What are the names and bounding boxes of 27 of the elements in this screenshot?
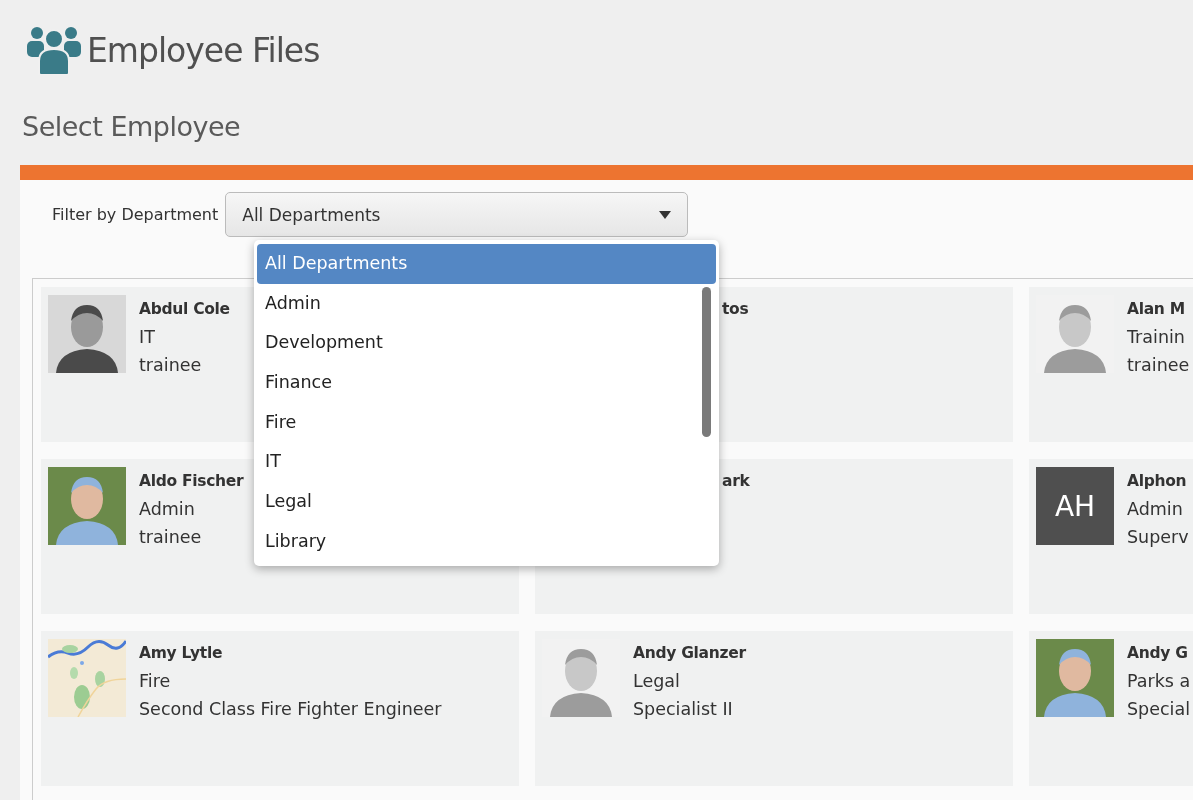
employee-department: Parks a xyxy=(1127,670,1191,693)
employee-name: Alphon xyxy=(1127,471,1187,492)
employee-name: Andy Glanzer xyxy=(633,643,746,664)
employee-department: Trainin xyxy=(1127,326,1185,349)
employee-job-title: Special xyxy=(1127,698,1191,721)
employee-job-title: Specialist II xyxy=(633,698,733,721)
employee-name: Abdul Cole xyxy=(139,299,230,320)
employee-job-title: Second Class Fire Fighter Engineer xyxy=(139,698,442,721)
employee-department: Admin xyxy=(1127,498,1183,521)
employee-name: Amy Lytle xyxy=(139,643,223,664)
employee-name: ark xyxy=(722,471,750,492)
employee-name: Aldo Fischer xyxy=(139,471,244,492)
employee-name: tos xyxy=(722,299,749,320)
employee-name: Alan M xyxy=(1127,299,1185,320)
employee-job-title: trainee xyxy=(139,354,202,377)
employee-department: Admin xyxy=(139,498,195,521)
employee-job-title: trainee xyxy=(139,526,202,549)
employee-job-title: Superv xyxy=(1127,526,1189,549)
filter-label: Filter by Department xyxy=(52,205,219,224)
employee-name: Andy G xyxy=(1127,643,1188,664)
app-title: Employee Files xyxy=(87,30,320,70)
initials-avatar: AH xyxy=(1036,467,1114,545)
employee-job-title: trainee xyxy=(1127,354,1190,377)
employee-department: Fire xyxy=(139,670,171,693)
page-title: Select Employee xyxy=(22,110,242,144)
employee-department: IT xyxy=(139,326,155,349)
employee-department: Legal xyxy=(633,670,680,693)
